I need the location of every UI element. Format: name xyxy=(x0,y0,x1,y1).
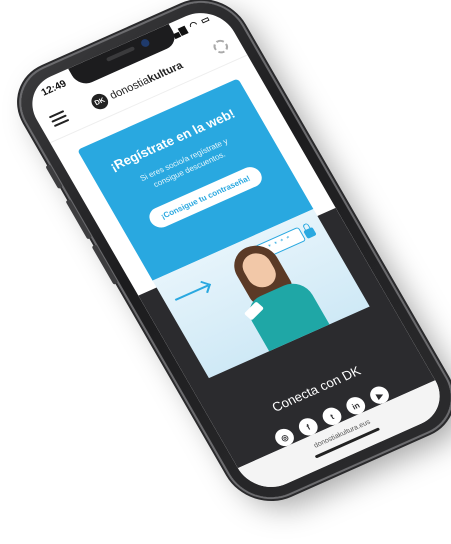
status-time: 12:49 xyxy=(39,78,69,99)
logo-prefix: donostia xyxy=(107,74,152,102)
speaker xyxy=(105,46,136,62)
camera-icon xyxy=(139,37,151,49)
logo-badge: DK xyxy=(88,91,112,112)
phone-frame: 12:49 ▂▄▆ ◠ ▭ DK donostiakultura Conecta… xyxy=(5,0,451,511)
arrow-icon xyxy=(174,284,209,301)
logo-suffix: kultura xyxy=(145,59,186,86)
phone-mockup: 12:49 ▂▄▆ ◠ ▭ DK donostiakultura Conecta… xyxy=(0,0,451,544)
loading-spinner-icon xyxy=(210,37,231,56)
lock-icon xyxy=(303,226,317,239)
phone-screen: 12:49 ▂▄▆ ◠ ▭ DK donostiakultura Conecta… xyxy=(19,2,451,498)
mute-switch xyxy=(45,164,63,189)
hamburger-menu-icon[interactable] xyxy=(48,110,70,128)
